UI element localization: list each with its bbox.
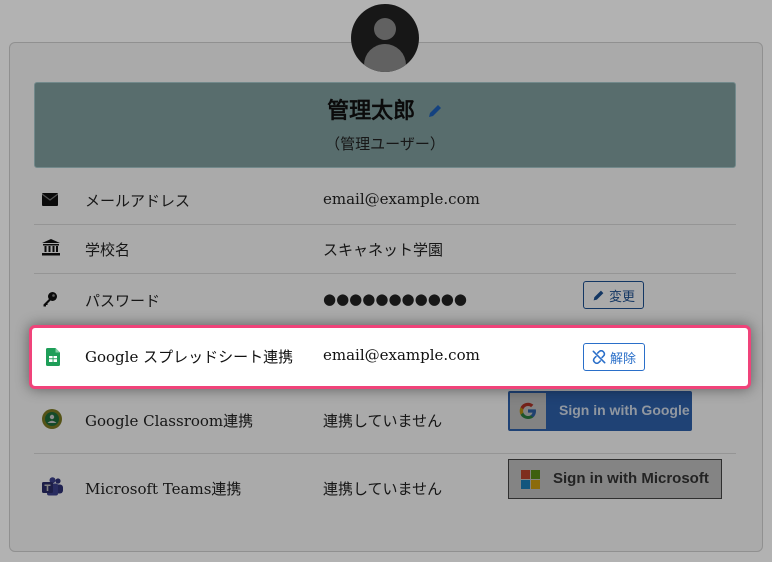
school-label: 学校名 — [85, 241, 131, 259]
unlink-sheets-label: 解除 — [610, 351, 637, 367]
teams-value: 連携していません — [323, 480, 443, 498]
unlink-icon — [592, 350, 606, 364]
microsoft-logo-icon — [521, 470, 540, 489]
teams-label: Microsoft Teams連携 — [85, 480, 242, 498]
microsoft-teams-icon — [42, 477, 63, 497]
divider — [34, 224, 736, 225]
profile-role: （管理ユーザー） — [325, 135, 445, 153]
sign-in-google-label: Sign in with Google — [559, 402, 690, 418]
google-g-icon — [510, 393, 546, 429]
password-value: ●●●●●●●●●●● — [323, 290, 467, 308]
profile-header: 管理太郎 （管理ユーザー） — [34, 82, 736, 168]
google-sheets-icon — [46, 348, 60, 370]
pencil-icon[interactable] — [427, 99, 443, 125]
change-password-button[interactable]: 変更 — [583, 281, 645, 309]
google-sheets-label: Google スプレッドシート連携 — [85, 348, 294, 366]
pencil-icon — [593, 290, 604, 300]
sign-in-google-button[interactable]: Sign in with Google — [508, 391, 692, 431]
divider — [34, 453, 736, 454]
unlink-sheets-button[interactable]: 解除 — [583, 343, 646, 371]
google-sheets-row: Google スプレッドシート連携 email@example.com 解除 — [29, 325, 751, 389]
school-icon — [42, 239, 62, 259]
envelope-icon — [41, 192, 62, 212]
google-classroom-icon — [42, 409, 62, 429]
classroom-label: Google Classroom連携 — [85, 412, 254, 430]
email-label: メールアドレス — [85, 192, 191, 210]
user-avatar-icon — [351, 4, 419, 72]
key-icon — [42, 291, 62, 311]
password-label: パスワード — [85, 292, 161, 310]
profile-name: 管理太郎 — [327, 98, 416, 124]
sign-in-microsoft-button[interactable]: Sign in with Microsoft — [508, 459, 722, 499]
google-sheets-value: email@example.com — [323, 346, 480, 364]
sign-in-microsoft-label: Sign in with Microsoft — [553, 470, 709, 487]
email-value: email@example.com — [323, 190, 480, 208]
profile-name-row: 管理太郎 — [35, 93, 735, 125]
change-password-label: 変更 — [609, 289, 636, 305]
classroom-value: 連携していません — [323, 412, 443, 430]
divider — [34, 273, 736, 274]
school-value: スキャネット学園 — [323, 241, 444, 259]
